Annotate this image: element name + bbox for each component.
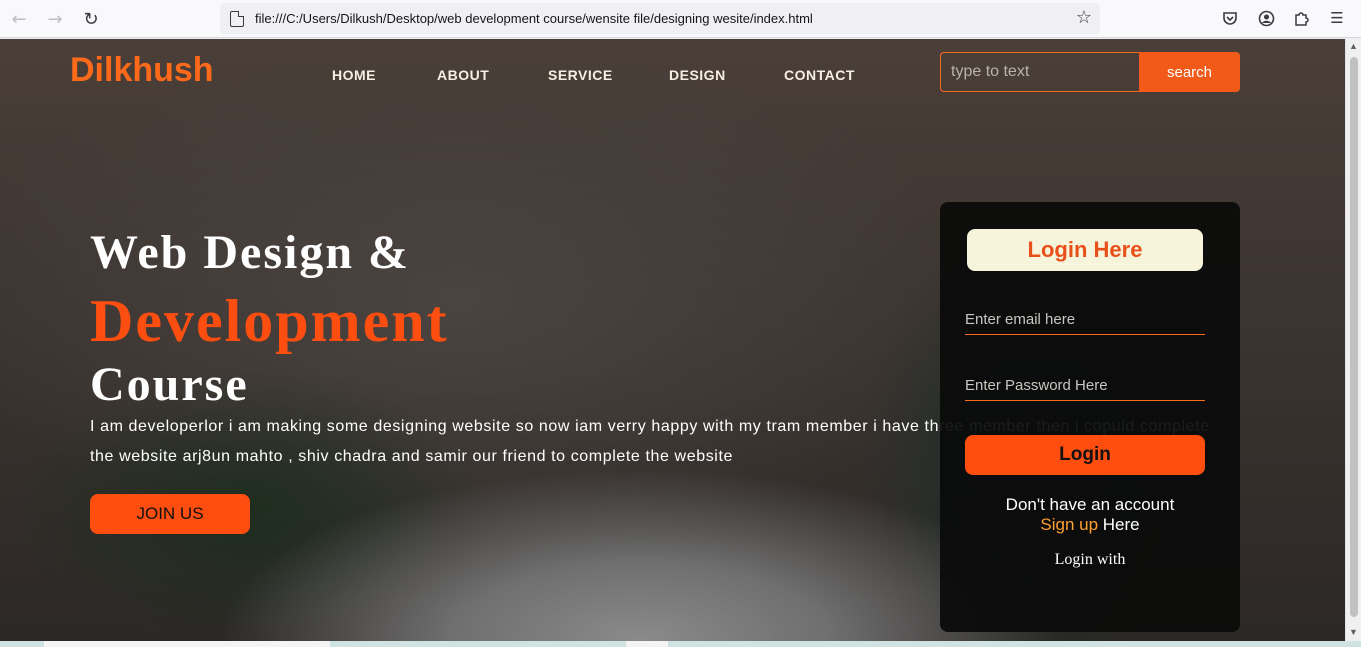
vertical-scrollbar[interactable]: ▲ ▼ xyxy=(1345,39,1361,641)
nav-home[interactable]: HOME xyxy=(332,67,376,83)
menu-icon[interactable]: ☰ xyxy=(1327,8,1347,28)
url-text[interactable]: file:///C:/Users/Dilkush/Desktop/web dev… xyxy=(255,11,813,26)
search-button[interactable]: search xyxy=(1139,52,1240,92)
nav-about[interactable]: ABOUT xyxy=(437,67,489,83)
scroll-down-icon[interactable]: ▼ xyxy=(1349,627,1358,637)
search-input[interactable] xyxy=(940,52,1140,92)
login-button[interactable]: Login xyxy=(965,435,1205,475)
bookmark-star-icon[interactable]: ☆ xyxy=(1076,7,1092,28)
nav-service[interactable]: SERVICE xyxy=(548,67,613,83)
extensions-icon[interactable] xyxy=(1291,8,1311,28)
page-viewport: Dilkhush HOME ABOUT SERVICE DESIGN CONTA… xyxy=(0,39,1345,641)
email-field[interactable] xyxy=(965,305,1205,335)
browser-toolbar: ← → ↻ file:///C:/Users/Dilkush/Desktop/w… xyxy=(0,0,1361,38)
signup-suffix: Here xyxy=(1098,515,1140,534)
scrollbar-thumb[interactable] xyxy=(1350,57,1358,617)
password-field[interactable] xyxy=(965,371,1205,401)
account-icon[interactable] xyxy=(1256,8,1276,28)
back-arrow-icon[interactable]: ← xyxy=(6,6,32,32)
reload-icon[interactable]: ↻ xyxy=(78,6,104,32)
login-with-text: Login with xyxy=(1054,551,1126,568)
hero-title-line1: Web Design & xyxy=(90,226,411,279)
page-icon xyxy=(230,10,244,27)
site-logo[interactable]: Dilkhush xyxy=(70,51,214,90)
nav-contact[interactable]: CONTACT xyxy=(784,67,855,83)
hero-title-line3: Course xyxy=(90,358,249,411)
hero-title-highlight: Development xyxy=(90,288,449,354)
login-panel: Login Here Login Don't have an account S… xyxy=(940,202,1240,632)
no-account-text: Don't have an account xyxy=(1005,495,1175,514)
login-title: Login Here xyxy=(967,229,1203,271)
forward-arrow-icon[interactable]: → xyxy=(42,6,68,32)
bottom-strip xyxy=(0,641,1361,647)
signup-line: Sign up Here xyxy=(940,515,1240,535)
scroll-up-icon[interactable]: ▲ xyxy=(1349,41,1358,51)
signup-link[interactable]: Sign up xyxy=(1040,515,1098,534)
join-us-button[interactable]: JOIN US xyxy=(90,494,250,534)
address-bar[interactable]: file:///C:/Users/Dilkush/Desktop/web dev… xyxy=(220,3,1100,34)
nav-design[interactable]: DESIGN xyxy=(669,67,726,83)
pocket-icon[interactable] xyxy=(1220,8,1240,28)
